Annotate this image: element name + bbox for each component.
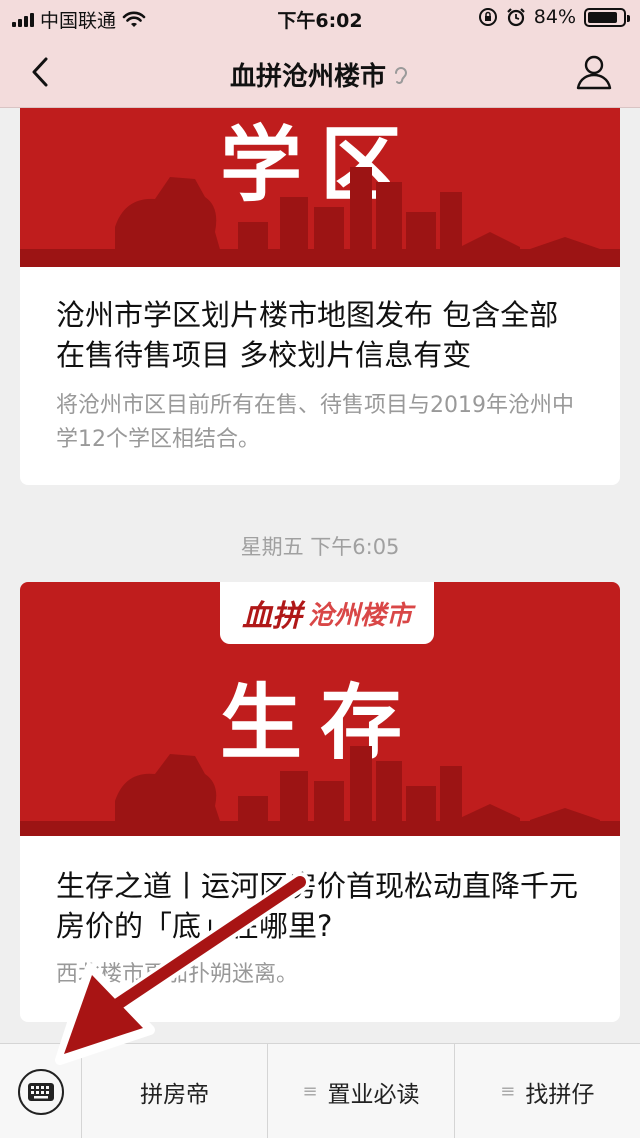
menu-item-3[interactable]: ≡ 找拼仔 (455, 1044, 640, 1138)
article-body: 沧州市学区划片楼市地图发布 包含全部在售待售项目 多校划片信息有变 将沧州市区目… (20, 267, 620, 457)
brand-logo-main: 血拼 (241, 599, 302, 634)
person-icon (576, 55, 612, 90)
rotation-lock-icon (478, 8, 497, 26)
page-title: 血拼沧州楼市 (0, 56, 640, 93)
article-headline: 沧州市学区划片楼市地图发布 包含全部在售待售项目 多校划片信息有变 (56, 298, 559, 372)
message-feed: 学区 沧州市学区划片楼市地图发布 包含全部在售待售项目 多校划片信息有变 将沧州… (0, 108, 640, 1043)
status-right: 84% (478, 6, 630, 28)
battery-percent: 84% (533, 6, 576, 28)
brand-logo: 血拼 沧州楼市 (220, 582, 434, 644)
menu-item-label: 找拼仔 (525, 1081, 595, 1108)
nav-bar: 血拼沧州楼市 (0, 36, 640, 108)
alarm-icon (506, 8, 525, 27)
profile-button[interactable] (574, 52, 614, 92)
brand-logo-sub: 沧州楼市 (307, 600, 412, 631)
bottom-menu: 拼房帝 ≡ 置业必读 ≡ 找拼仔 (0, 1043, 640, 1138)
keyboard-icon (17, 1068, 64, 1115)
menu-item-label: 拼房帝 (140, 1081, 210, 1108)
menu-item-label: 置业必读 (327, 1081, 420, 1108)
submenu-icon: ≡ (500, 1081, 516, 1102)
article-card-school-district[interactable]: 学区 沧州市学区划片楼市地图发布 包含全部在售待售项目 多校划片信息有变 将沧州… (20, 108, 620, 485)
menu-item-2[interactable]: ≡ 置业必读 (268, 1044, 455, 1138)
battery-icon (584, 7, 630, 27)
article-body: 生存之道丨运河区房价首现松动直降千元 房价的「底」在哪里? 西北楼市更加扑朔迷离… (20, 836, 620, 992)
article-banner: 学区 (20, 108, 620, 267)
article-banner: 血拼 沧州楼市 生存 (20, 582, 620, 836)
article-card-survival[interactable]: 血拼 沧州楼市 生存 生存之道丨运河区房价首现松动直降千元 房价的「底」在哪里?… (20, 582, 620, 1022)
article-description: 将沧州市区目前所有在售、待售项目与2019年沧州中学12个学区相结合。 (56, 393, 574, 452)
article-description: 西北楼市更加扑朔迷离。 (56, 962, 299, 987)
menu-item-1[interactable]: 拼房帝 (82, 1044, 269, 1138)
submenu-icon: ≡ (302, 1081, 318, 1102)
page-title-text: 血拼沧州楼市 (229, 62, 386, 92)
message-timestamp: 星期五 下午6:05 (240, 535, 400, 559)
city-skyline-graphic (20, 167, 620, 267)
keyboard-toggle-button[interactable] (0, 1044, 82, 1138)
status-bar: 中国联通 下午6:02 84% (0, 0, 640, 36)
ear-icon (395, 67, 408, 84)
article-headline: 生存之道丨运河区房价首现松动直降千元 房价的「底」在哪里? (56, 869, 579, 943)
city-skyline-graphic (20, 746, 620, 836)
